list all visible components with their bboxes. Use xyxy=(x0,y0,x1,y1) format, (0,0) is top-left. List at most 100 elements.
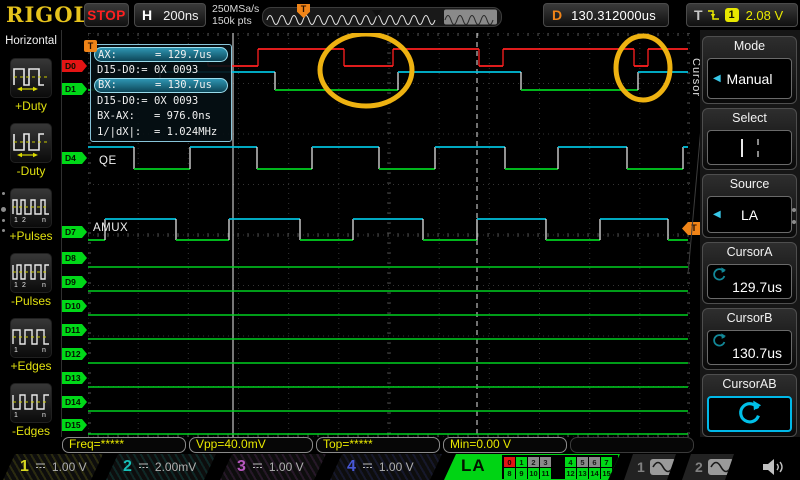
menu-group-value[interactable]: ◀ LA xyxy=(707,196,792,233)
menu-group-value[interactable] xyxy=(707,130,792,165)
page-dot xyxy=(1,207,6,212)
left-menu-item-label: +Duty xyxy=(0,99,62,113)
menu-group-cursora[interactable]: CursorA 129.7us xyxy=(702,242,797,304)
measurement-freq: Freq=***** xyxy=(62,437,186,453)
left-menu-item-duty[interactable]: -Duty xyxy=(0,123,62,181)
channel-number: 2 xyxy=(123,458,132,476)
channel-badge-d7[interactable]: D7 xyxy=(62,226,87,238)
horizontal-scale-box[interactable]: H 200ns xyxy=(134,3,206,27)
left-menu-item-pulses[interactable]: 12n-Pulses xyxy=(0,253,62,311)
sine-wave-icon xyxy=(650,459,676,475)
channel-badge-d12[interactable]: D12 xyxy=(62,348,87,360)
waveform-area: D0D1D4QED7AMUXD8D9D10D11D12D13D14D15TT A… xyxy=(62,30,700,437)
menu-group-title: CursorAB xyxy=(703,375,796,394)
channel-badge-d1[interactable]: D1 xyxy=(62,83,87,95)
channel-number: 4 xyxy=(347,458,356,476)
top-bar: RIGOL STOP H 200ns 250MSa/s 150k pts T D… xyxy=(0,0,800,30)
cursor-readout-value: 0X 0093 xyxy=(154,64,198,76)
la-bit-7-on: 7 xyxy=(601,457,612,468)
left-menu-item-edges[interactable]: 1n+Edges xyxy=(0,318,62,376)
left-menu-item-pulses[interactable]: 12n+Pulses xyxy=(0,188,62,246)
source-number: 2 xyxy=(695,459,703,475)
menu-group-title: CursorA xyxy=(703,243,796,262)
la-bit-9-on: 9 xyxy=(516,468,527,479)
menu-group-value[interactable] xyxy=(707,396,792,432)
speaker-icon xyxy=(760,456,786,480)
page-dot xyxy=(792,208,796,212)
left-menu-item-duty[interactable]: +Duty xyxy=(0,58,62,116)
channel-badge-d9[interactable]: D9 xyxy=(62,276,87,288)
menu-group-title: CursorB xyxy=(703,309,796,328)
left-menu-item-edges[interactable]: 1n-Edges xyxy=(0,383,62,441)
channel-badge-d0[interactable]: D0 xyxy=(62,60,87,72)
trigger-level-marker-left[interactable]: T xyxy=(84,40,97,52)
svg-text:n: n xyxy=(42,217,46,223)
channel-badge-d10[interactable]: D10 xyxy=(62,300,87,312)
channel-status-bar: 1 1.00 V2 2.00mV3 1.00 V4 1.00 VLA012345… xyxy=(0,454,800,480)
channel-badge-d8[interactable]: D8 xyxy=(62,252,87,264)
cursor-readout-row: AX:= 129.7us xyxy=(94,47,228,62)
cursor-readout-row: 1/|dX|:= 1.024MHz xyxy=(94,124,228,139)
svg-text:n: n xyxy=(42,282,46,288)
svg-text:2: 2 xyxy=(22,217,26,223)
duty-positive-icon xyxy=(10,58,52,98)
left-arrow-icon: ◀ xyxy=(713,209,721,220)
svg-text:1: 1 xyxy=(14,282,18,288)
page-dot xyxy=(2,219,5,222)
la-bit-0-selected: 0 xyxy=(504,457,515,468)
svg-text:n: n xyxy=(42,347,46,353)
channel-4-status[interactable]: 4 1.00 V xyxy=(330,454,442,480)
horizontal-label: H xyxy=(142,7,152,23)
la-bit-grid: 0123456789101112131415 xyxy=(502,455,618,479)
svg-text:1: 1 xyxy=(14,347,18,353)
menu-value-text: 130.7us xyxy=(732,345,782,361)
channel-scale: 1.00 V xyxy=(269,460,304,474)
channel-badge-d13[interactable]: D13 xyxy=(62,372,87,384)
left-menu-item-label: -Duty xyxy=(0,164,62,178)
channel-2-status[interactable]: 2 2.00mV xyxy=(106,454,216,480)
measurement-top: Top=***** xyxy=(316,437,440,453)
menu-value-text: LA xyxy=(741,207,758,223)
menu-group-select[interactable]: Select xyxy=(702,108,797,170)
cursor-readout-box: AX:= 129.7usD15-D0:=0X 0093BX:= 130.7usD… xyxy=(90,44,232,142)
dc-coupling-icon xyxy=(362,458,373,476)
menu-group-cursorb[interactable]: CursorB 130.7us xyxy=(702,308,797,370)
menu-group-title: Source xyxy=(703,175,796,194)
left-menu-item-label: +Pulses xyxy=(0,229,62,243)
channel-badge-d4[interactable]: D4 xyxy=(62,152,87,164)
la-bit-14-on: 14 xyxy=(589,468,600,479)
la-bit-6-off: 6 xyxy=(589,457,600,468)
channel-badge-d15[interactable]: D15 xyxy=(62,419,87,431)
channel-3-status[interactable]: 3 1.00 V xyxy=(220,454,326,480)
cursor-readout-row: BX:= 130.7us xyxy=(94,78,228,93)
menu-group-source[interactable]: Source ◀ LA xyxy=(702,174,797,238)
pulses-negative-icon: 12n xyxy=(10,253,52,293)
cursor-readout-label: 1/|dX|: xyxy=(97,126,154,138)
source-2-status[interactable]: 2 xyxy=(682,454,734,480)
la-bit-12-on: 12 xyxy=(565,468,576,479)
channel-badge-d11[interactable]: D11 xyxy=(62,324,87,336)
cursor-readout-value: = 129.7us xyxy=(155,49,212,61)
la-bit-4-on: 4 xyxy=(565,457,576,468)
la-bit-1-on: 1 xyxy=(516,457,527,468)
menu-group-value[interactable]: 130.7us xyxy=(707,330,792,365)
menu-group-cursorab[interactable]: CursorAB xyxy=(702,374,797,437)
menu-group-value[interactable]: ◀Manual xyxy=(707,58,792,99)
delay-readout: D 130.312000us xyxy=(543,3,669,27)
menu-group-value[interactable]: 129.7us xyxy=(707,264,792,299)
cursor-readout-label: D15-D0:= xyxy=(97,64,154,76)
la-bit-5-off: 5 xyxy=(577,457,588,468)
memory-depth: 150k pts xyxy=(212,15,259,27)
run-state-badge[interactable]: STOP xyxy=(84,3,129,27)
left-menu-title: Horizontal xyxy=(0,35,62,47)
rotate-knob-icon xyxy=(737,400,763,426)
trigger-readout[interactable]: T 1 2.08 V xyxy=(686,3,798,27)
channel-badge-d14[interactable]: D14 xyxy=(62,396,87,408)
left-menu-item-label: -Pulses xyxy=(0,294,62,308)
source-1-status[interactable]: 1 xyxy=(624,454,676,480)
rotate-knob-icon xyxy=(712,333,727,351)
channel-1-status[interactable]: 1 1.00 V xyxy=(3,454,103,480)
logic-analyzer-status[interactable]: LA0123456789101112131415 xyxy=(444,454,620,480)
menu-group-mode[interactable]: Mode◀Manual xyxy=(702,36,797,104)
source-number: 1 xyxy=(637,459,645,475)
